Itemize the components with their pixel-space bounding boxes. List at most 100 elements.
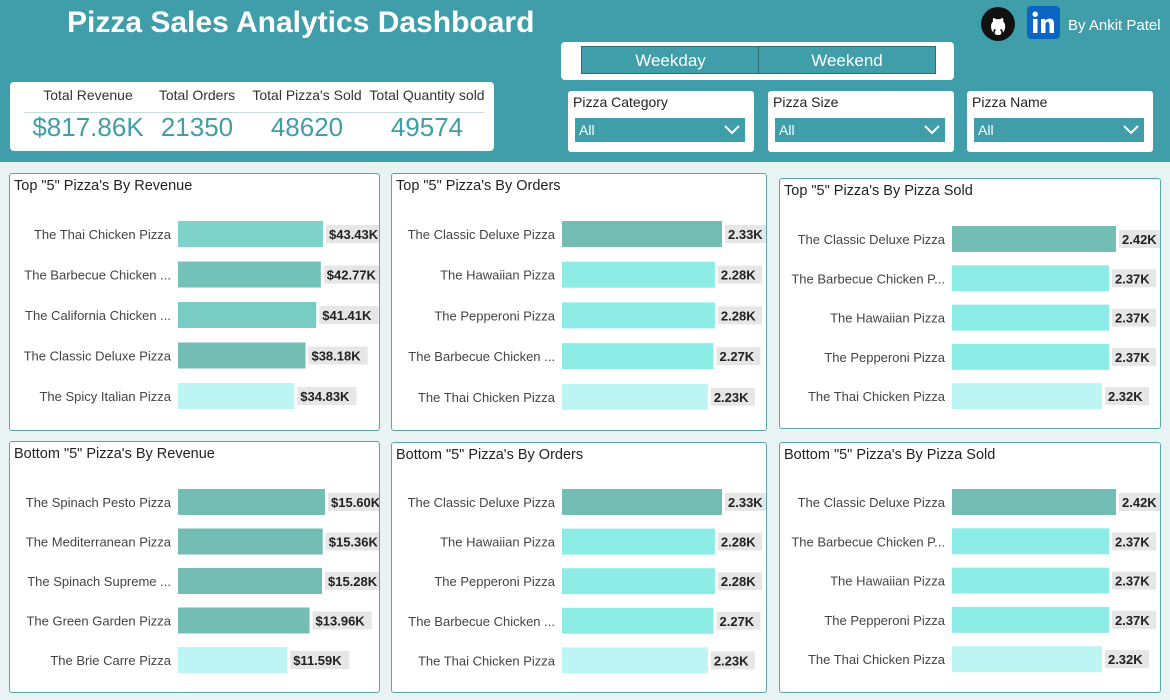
category-label: The Spicy Italian Pizza	[39, 389, 171, 404]
bar[interactable]	[562, 221, 722, 247]
category-label: The Pepperoni Pizza	[824, 613, 945, 628]
bar-chart-bottom5-revenue: The Spinach Pesto Pizza $15.60K The Medite…	[26, 489, 380, 673]
bar[interactable]	[562, 607, 714, 634]
bar[interactable]	[952, 528, 1109, 555]
bar[interactable]	[562, 302, 715, 329]
category-label: The Barbecue Chicken P...	[791, 271, 945, 286]
pizza-category-dropdown[interactable]: All	[575, 118, 745, 142]
slicer-pizza-name: Pizza Name All	[967, 91, 1153, 152]
category-label: The Thai Chicken Pizza	[418, 390, 556, 405]
category-label: The Thai Chicken Pizza	[418, 653, 556, 668]
data-label: $38.18K	[311, 349, 361, 364]
bar[interactable]	[178, 261, 321, 288]
bar[interactable]	[178, 568, 322, 594]
bar[interactable]	[178, 221, 323, 247]
slicer-label: Pizza Name	[972, 94, 1048, 110]
dropdown-value: All	[978, 122, 994, 138]
dropdown-value: All	[779, 122, 795, 138]
kpi-value-total-quantity-sold: 49574	[390, 112, 464, 142]
slicer-pizza-size: Pizza Size All	[768, 91, 954, 152]
data-label: 2.23K	[714, 390, 749, 405]
bar[interactable]	[178, 383, 295, 409]
bar[interactable]	[562, 528, 715, 555]
category-label: The Classic Deluxe Pizza	[408, 495, 556, 510]
data-label: 2.37K	[1115, 534, 1150, 549]
chevron-down-icon	[1123, 125, 1139, 135]
bar-chart-bottom5-pizza-sold: The Classic Deluxe Pizza 2.42K The Barbecu…	[791, 489, 1160, 673]
bar-chart-top5-revenue: The Thai Chicken Pizza $43.43K The Barbecu…	[24, 221, 379, 409]
data-label: 2.32K	[1108, 389, 1143, 404]
bar[interactable]	[952, 265, 1109, 292]
data-label: 2.28K	[721, 535, 756, 550]
github-icon[interactable]	[980, 6, 1016, 42]
bar[interactable]	[952, 343, 1109, 370]
data-label: 2.27K	[720, 349, 755, 364]
chart-panel-bottom5-revenue: Bottom "5" Pizza's By Revenue The Spinac…	[9, 441, 380, 693]
slicer-label: Pizza Category	[573, 94, 668, 110]
kpi-label-total-quantity-sold: Total Quantity sold	[369, 87, 485, 103]
data-label: 2.33K	[728, 227, 763, 242]
bar[interactable]	[178, 489, 325, 515]
data-label: $41.41K	[322, 308, 372, 323]
bar[interactable]	[952, 606, 1109, 633]
bar[interactable]	[562, 343, 714, 370]
data-label: 2.37K	[1115, 271, 1150, 286]
bar[interactable]	[952, 226, 1116, 252]
bar[interactable]	[952, 383, 1102, 410]
bar-chart-top5-pizza-sold: The Classic Deluxe Pizza 2.42K The Barbecu…	[791, 226, 1160, 410]
day-type-toggle: Weekday Weekend	[561, 42, 954, 80]
pizza-name-dropdown[interactable]: All	[974, 118, 1144, 142]
bar[interactable]	[562, 261, 715, 288]
bar[interactable]	[562, 647, 708, 674]
category-label: The Pepperoni Pizza	[434, 574, 555, 589]
category-label: The Hawaiian Pizza	[830, 574, 946, 589]
kpi-label-total-revenue: Total Revenue	[43, 87, 133, 103]
data-label: $13.96K	[316, 614, 366, 629]
weekend-button[interactable]: Weekend	[758, 46, 936, 74]
data-label: $43.43K	[329, 227, 379, 242]
data-label: 2.28K	[721, 308, 756, 323]
data-label: $34.83K	[300, 389, 350, 404]
kpi-label-total-orders: Total Orders	[158, 87, 236, 103]
data-label: 2.28K	[721, 268, 756, 283]
bar[interactable]	[178, 342, 306, 369]
category-label: The Classic Deluxe Pizza	[798, 495, 946, 510]
bar[interactable]	[952, 567, 1109, 594]
bar[interactable]	[178, 528, 323, 555]
pizza-size-dropdown[interactable]: All	[775, 118, 945, 142]
bar[interactable]	[562, 568, 715, 595]
data-label: 2.37K	[1115, 311, 1150, 326]
bar[interactable]	[562, 489, 722, 515]
bar[interactable]	[952, 646, 1102, 673]
category-label: The Hawaiian Pizza	[440, 535, 556, 550]
category-label: The Hawaiian Pizza	[830, 311, 946, 326]
dashboard-title: Pizza Sales Analytics Dashboard	[67, 6, 535, 39]
category-label: The Spinach Supreme ...	[27, 574, 171, 589]
bar[interactable]	[562, 383, 708, 410]
bar[interactable]	[952, 489, 1116, 515]
chart-panel-top5-pizza-sold: Top "5" Pizza's By Pizza Sold The Classi…	[779, 178, 1161, 429]
chart-panel-bottom5-pizza-sold: Bottom "5" Pizza's By Pizza Sold The Cla…	[779, 442, 1161, 693]
weekday-button[interactable]: Weekday	[581, 46, 760, 74]
bar-chart-top5-orders: The Classic Deluxe Pizza 2.33K The Hawaiia…	[408, 221, 766, 410]
kpi-value-total-revenue: $817.86K	[32, 112, 144, 142]
data-label: 2.37K	[1115, 350, 1150, 365]
bar[interactable]	[178, 302, 317, 328]
bar[interactable]	[178, 647, 288, 673]
data-label: $15.60K	[331, 495, 380, 510]
bar[interactable]	[952, 304, 1109, 331]
data-label: 2.33K	[728, 495, 763, 510]
data-label: 2.28K	[721, 574, 756, 589]
category-label: The California Chicken ...	[25, 308, 171, 323]
category-label: The Classic Deluxe Pizza	[24, 349, 172, 364]
category-label: The Barbecue Chicken ...	[408, 349, 555, 364]
data-label: 2.27K	[720, 614, 755, 629]
category-label: The Thai Chicken Pizza	[34, 227, 172, 242]
chevron-down-icon	[724, 125, 740, 135]
bar[interactable]	[178, 607, 310, 634]
category-label: The Green Garden Pizza	[26, 614, 171, 629]
category-label: The Hawaiian Pizza	[440, 268, 556, 283]
chevron-down-icon	[924, 125, 940, 135]
linkedin-icon[interactable]	[1027, 6, 1060, 39]
data-label: 2.23K	[714, 653, 749, 668]
